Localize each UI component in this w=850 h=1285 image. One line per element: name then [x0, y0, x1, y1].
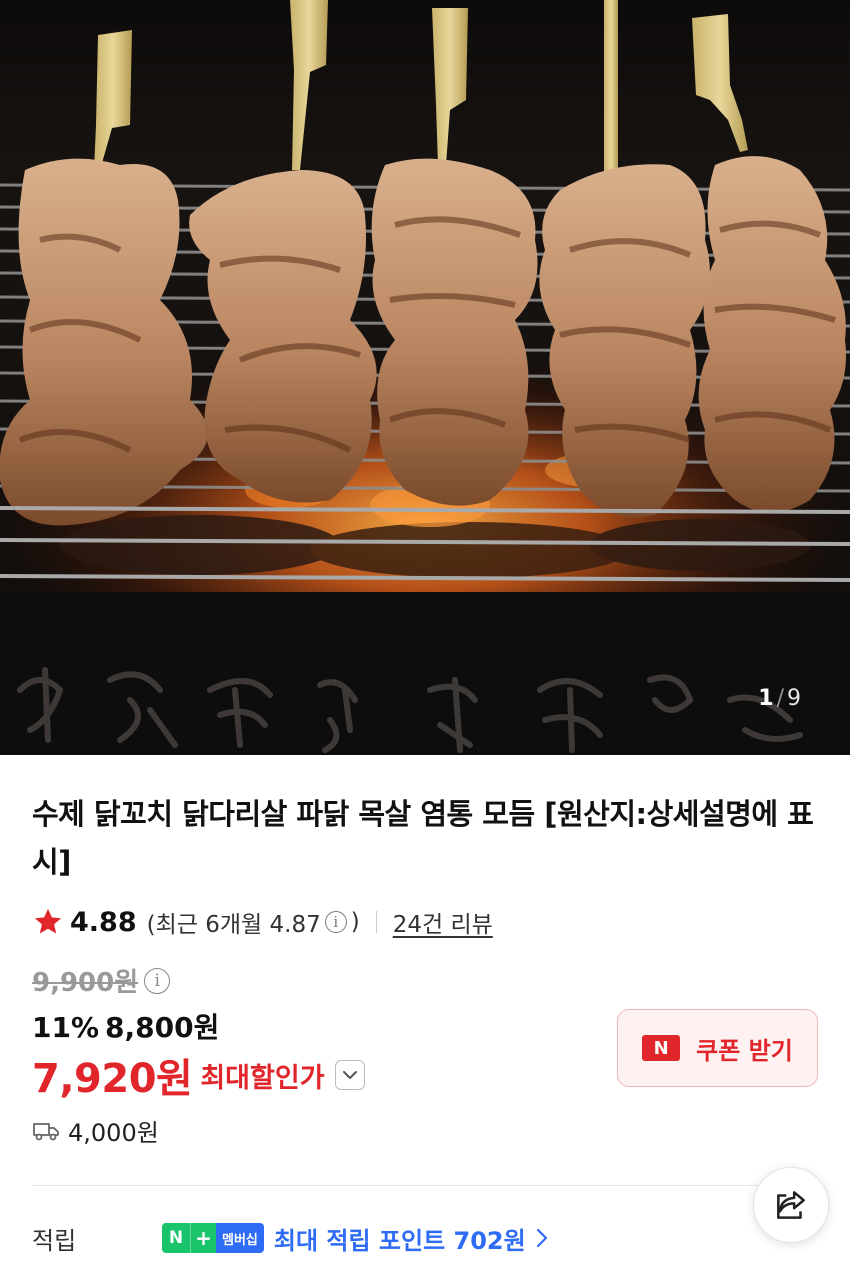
rating-row: 4.88 (최근 6개월 4.87 i ) 24건 리뷰	[32, 902, 493, 942]
max-discount-price: 7,920원	[32, 1056, 193, 1102]
truck-icon	[33, 1122, 59, 1140]
recent-rating-close: )	[350, 909, 360, 935]
review-count-link[interactable]: 24건 리뷰	[393, 905, 493, 939]
plus-icon: +	[190, 1223, 216, 1253]
image-counter-total: 9	[787, 686, 802, 711]
chicken-pieces	[0, 156, 846, 526]
max-points-text: 최대 적립 포인트 702원	[273, 1226, 526, 1255]
sale-price-row: 11% 8,800원	[32, 1006, 219, 1046]
max-discount-row[interactable]: 7,920원 최대할인가	[32, 1046, 365, 1104]
discount-rate: 11%	[32, 1011, 100, 1044]
coupon-label: 쿠폰 받기	[696, 1036, 793, 1065]
original-price-row: 9,900원 i	[32, 962, 174, 999]
max-discount-label: 최대할인가	[200, 1062, 325, 1094]
section-divider	[32, 1185, 818, 1186]
image-counter-separator: /	[776, 686, 785, 711]
chevron-down-icon[interactable]	[334, 1060, 365, 1090]
product-photo	[0, 0, 850, 755]
divider	[375, 911, 377, 933]
membership-badge: N + 멤버십	[162, 1223, 264, 1253]
recent-rating: (최근 6개월 4.87 i )	[147, 905, 360, 939]
membership-label: 멤버십	[216, 1223, 264, 1253]
coupon-badge-text: N	[653, 1037, 669, 1059]
naver-coupon-icon: N	[642, 1035, 681, 1061]
chevron-right-icon	[536, 1228, 547, 1248]
price-info-icon[interactable]: i	[144, 967, 171, 994]
shipping-fee: 4,000원	[68, 1119, 159, 1147]
star-icon	[34, 908, 62, 934]
shipping-row: 4,000원	[32, 1113, 159, 1148]
product-title: 수제 닭꼬치 닭다리살 파닭 목살 염통 모듬 [원산지:상세설명에 표시]	[32, 797, 814, 879]
skewer-sticks	[94, 0, 748, 175]
npay-n-icon: N	[162, 1223, 190, 1253]
product-image[interactable]: 1/9	[0, 0, 850, 755]
recent-rating-text: (최근 6개월 4.87	[146, 912, 321, 938]
coupon-download-button[interactable]: N 쿠폰 받기	[617, 1009, 818, 1087]
original-price: 9,900원	[32, 968, 139, 998]
image-counter: 1/9	[758, 686, 802, 711]
points-label: 적립	[32, 1226, 77, 1255]
sale-price: 8,800원	[105, 1011, 220, 1044]
image-counter-current: 1	[758, 686, 775, 711]
info-icon[interactable]: i	[324, 911, 347, 933]
points-row[interactable]: 적립 N + 멤버십 최대 적립 포인트 702원	[32, 1218, 818, 1258]
rating-score: 4.88	[70, 906, 137, 938]
